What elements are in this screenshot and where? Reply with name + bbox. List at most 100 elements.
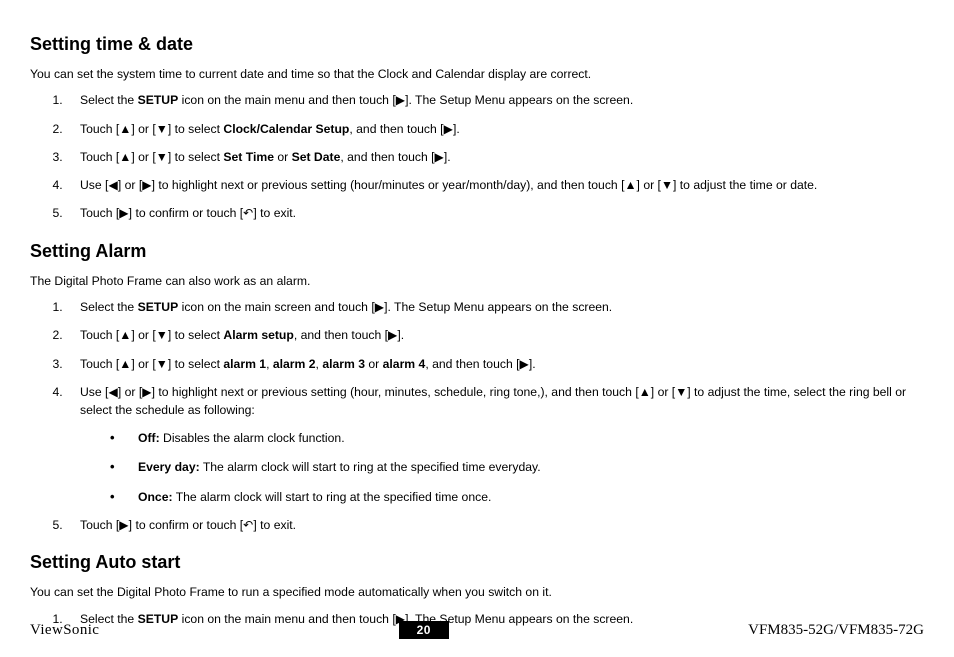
text: ] to highlight next or previous setting …: [152, 385, 639, 399]
text: ] to highlight next or previous setting …: [152, 178, 625, 192]
step: Touch [▶] to confirm or touch [↶] to exi…: [66, 204, 924, 222]
heading-time-date: Setting time & date: [30, 34, 924, 55]
right-icon: ▶: [119, 518, 128, 532]
text-bold: Set Date: [292, 150, 341, 164]
text: icon on the main screen and touch [: [178, 300, 374, 314]
left-icon: ◀: [108, 385, 117, 399]
text: ] to select: [168, 122, 224, 136]
footer-model: VFM835-52G/VFM835-72G: [748, 622, 924, 639]
intro-time-date: You can set the system time to current d…: [30, 65, 924, 83]
down-icon: ▼: [156, 122, 168, 136]
step: Touch [▲] or [▼] to select Alarm setup, …: [66, 326, 924, 344]
step: Touch [▲] or [▼] to select Clock/Calenda…: [66, 120, 924, 138]
text: ] to adjust the time or date.: [673, 178, 817, 192]
text: Use [: [80, 178, 108, 192]
text: Touch [: [80, 357, 119, 371]
text-bold: SETUP: [138, 93, 179, 107]
text: ].: [453, 122, 460, 136]
heading-auto-start: Setting Auto start: [30, 552, 924, 573]
text: , and then touch [: [425, 357, 519, 371]
up-icon: ▲: [119, 150, 131, 164]
step: Use [◀] or [▶] to highlight next or prev…: [66, 383, 924, 506]
steps-time-date: Select the SETUP icon on the main menu a…: [30, 91, 924, 222]
text: ] or [: [131, 150, 155, 164]
text: ] or [: [131, 357, 155, 371]
text: ].: [444, 150, 451, 164]
step: Select the SETUP icon on the main screen…: [66, 298, 924, 316]
step: Select the SETUP icon on the main menu a…: [66, 91, 924, 109]
step: Touch [▲] or [▼] to select alarm 1, alar…: [66, 355, 924, 373]
text-bold: Alarm setup: [223, 328, 293, 342]
text: The alarm clock will start to ring at th…: [200, 460, 541, 474]
intro-auto-start: You can set the Digital Photo Frame to r…: [30, 583, 924, 601]
text-bold: alarm 4: [383, 357, 426, 371]
text: Touch [: [80, 150, 119, 164]
footer-brand: ViewSonic: [30, 622, 99, 639]
up-icon: ▲: [639, 385, 651, 399]
steps-alarm: Select the SETUP icon on the main screen…: [30, 298, 924, 534]
right-icon: ▶: [142, 178, 151, 192]
right-icon: ▶: [435, 150, 444, 164]
text: icon on the main menu and then touch [: [178, 93, 396, 107]
up-icon: ▲: [119, 357, 131, 371]
text: ,: [266, 357, 273, 371]
section-time-date: Setting time & date You can set the syst…: [30, 34, 924, 223]
sub-options: Off: Disables the alarm clock function. …: [110, 428, 924, 507]
text-bold: Clock/Calendar Setup: [223, 122, 349, 136]
down-icon: ▼: [156, 357, 168, 371]
intro-alarm: The Digital Photo Frame can also work as…: [30, 272, 924, 290]
heading-alarm: Setting Alarm: [30, 241, 924, 262]
right-icon: ▶: [444, 122, 453, 136]
text-bold: Off:: [138, 431, 160, 445]
text: ]. The Setup Menu appears on the screen.: [405, 93, 633, 107]
down-icon: ▼: [156, 328, 168, 342]
text: ].: [529, 357, 536, 371]
left-icon: ◀: [108, 178, 117, 192]
right-icon: ▶: [520, 357, 529, 371]
down-icon: ▼: [156, 150, 168, 164]
footer-page-number: 20: [399, 621, 449, 639]
up-icon: ▲: [119, 122, 131, 136]
text: ]. The Setup Menu appears on the screen.: [384, 300, 612, 314]
text: ] to select: [168, 357, 224, 371]
text: Touch [: [80, 122, 119, 136]
text: Touch [: [80, 328, 119, 342]
text: ] or [: [131, 328, 155, 342]
right-icon: ▶: [375, 300, 384, 314]
right-icon: ▶: [388, 328, 397, 342]
text: The alarm clock will start to ring at th…: [173, 490, 492, 504]
up-icon: ▲: [624, 178, 636, 192]
text: or: [365, 357, 383, 371]
right-icon: ▶: [119, 206, 128, 220]
down-icon: ▼: [661, 178, 673, 192]
text: Use [: [80, 385, 108, 399]
down-icon: ▼: [675, 385, 687, 399]
text: ] or [: [651, 385, 675, 399]
text: ].: [397, 328, 404, 342]
text-bold: alarm 3: [322, 357, 365, 371]
text: or: [274, 150, 292, 164]
page-footer: ViewSonic 20 VFM835-52G/VFM835-72G: [30, 621, 924, 639]
step: Touch [▶] to confirm or touch [↶] to exi…: [66, 516, 924, 534]
text: , and then touch [: [294, 328, 388, 342]
list-item: Every day: The alarm clock will start to…: [110, 457, 924, 477]
text: Touch [: [80, 206, 119, 220]
section-auto-start: Setting Auto start You can set the Digit…: [30, 552, 924, 628]
manual-page: Setting time & date You can set the syst…: [0, 0, 954, 657]
text: Select the: [80, 300, 138, 314]
text-bold: Once:: [138, 490, 173, 504]
step: Touch [▲] or [▼] to select Set Time or S…: [66, 148, 924, 166]
right-icon: ▶: [142, 385, 151, 399]
text: Disables the alarm clock function.: [160, 431, 345, 445]
text-bold: alarm 2: [273, 357, 316, 371]
text: ] or [: [118, 385, 142, 399]
text: ] to select: [168, 328, 224, 342]
text: ] to confirm or touch [: [129, 206, 243, 220]
text: ] to confirm or touch [: [129, 518, 243, 532]
text: Touch [: [80, 518, 119, 532]
text: ] or [: [131, 122, 155, 136]
text-bold: Every day:: [138, 460, 200, 474]
text-bold: SETUP: [138, 300, 179, 314]
text-bold: alarm 1: [223, 357, 266, 371]
text: ] or [: [118, 178, 142, 192]
